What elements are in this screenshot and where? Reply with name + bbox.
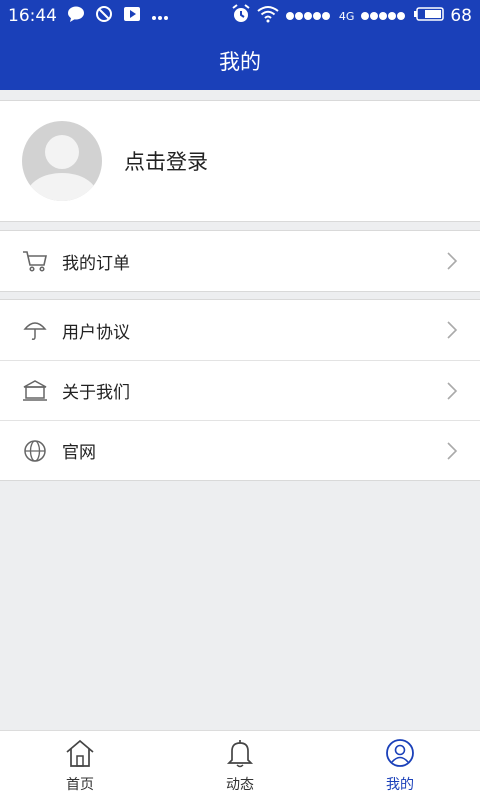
status-time: 16:44 xyxy=(8,6,57,26)
home-icon xyxy=(64,738,96,772)
login-area[interactable]: 点击登录 xyxy=(0,100,480,222)
bell-icon xyxy=(224,738,256,772)
tab-label: 动态 xyxy=(226,777,254,793)
tab-feed[interactable]: 动态 xyxy=(160,731,320,801)
status-bar: 16:44 4G 68 xyxy=(0,0,480,32)
tab-label: 我的 xyxy=(386,777,414,793)
user-icon xyxy=(384,738,416,772)
menu-item-website[interactable]: 官网 xyxy=(0,420,480,480)
play-icon xyxy=(123,6,141,27)
chevron-right-icon xyxy=(446,441,458,465)
tab-mine[interactable]: 我的 xyxy=(320,731,480,801)
chat-bubble-icon xyxy=(67,6,85,27)
battery-icon xyxy=(414,6,445,26)
page-title: 我的 xyxy=(219,50,261,74)
menu-item-orders[interactable]: 我的订单 xyxy=(0,231,480,291)
menu-item-label: 关于我们 xyxy=(62,383,130,403)
tab-label: 首页 xyxy=(66,777,94,793)
chevron-right-icon xyxy=(446,381,458,405)
signal-dots-icon xyxy=(360,6,408,26)
more-icon xyxy=(151,6,169,26)
building-icon xyxy=(22,378,48,404)
signal-dots-icon xyxy=(285,6,333,26)
cart-icon xyxy=(22,248,48,274)
orders-section: 我的订单 xyxy=(0,230,480,292)
battery-level: 68 xyxy=(450,6,472,26)
chevron-right-icon xyxy=(446,251,458,275)
bottom-tab-bar: 首页 动态 我的 xyxy=(0,730,480,801)
wifi-icon xyxy=(257,5,279,28)
tab-home[interactable]: 首页 xyxy=(0,731,160,801)
menu-item-label: 用户协议 xyxy=(62,322,130,343)
default-avatar-icon xyxy=(22,121,102,201)
network-type: 4G xyxy=(338,9,355,23)
chevron-right-icon xyxy=(446,320,458,344)
menu-item-agreement[interactable]: 用户协议 xyxy=(0,300,480,360)
umbrella-icon xyxy=(22,317,48,343)
header-bar: 我的 xyxy=(0,32,480,90)
menu-item-label: 我的订单 xyxy=(62,253,130,274)
alarm-icon xyxy=(231,3,251,29)
blocked-icon xyxy=(95,5,113,28)
globe-icon xyxy=(22,438,48,464)
menu-item-label: 官网 xyxy=(62,443,96,463)
login-label: 点击登录 xyxy=(124,150,208,174)
menu-item-about[interactable]: 关于我们 xyxy=(0,360,480,420)
info-section: 用户协议 关于我们 官网 xyxy=(0,299,480,481)
